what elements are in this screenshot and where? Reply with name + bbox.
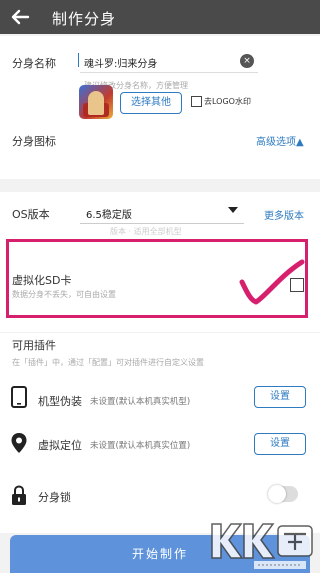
virtual-location-label: 虚拟定位 xyxy=(38,439,82,452)
page-title: 制作分身 xyxy=(52,10,117,28)
phone-icon xyxy=(11,386,27,408)
remove-logo-checkbox[interactable] xyxy=(191,96,202,107)
plugins-desc: 在「插件」中，通过「配置」可对插件进行自定义设置 xyxy=(12,358,204,367)
advanced-options-link[interactable]: 高级选项▲ xyxy=(256,133,304,148)
location-pin-icon xyxy=(11,433,27,453)
clone-name-input[interactable]: 魂斗罗:归来分身 xyxy=(84,55,157,70)
clone-name-underline xyxy=(80,72,258,73)
top-bar: 制作分身 xyxy=(0,0,320,34)
device-disguise-status: 未设置(默认本机真实机型) xyxy=(90,397,191,407)
clone-name-label: 分身名称 xyxy=(12,57,56,70)
app-icon[interactable] xyxy=(79,85,113,119)
kk-download-watermark-logo xyxy=(211,523,313,569)
choose-other-icon-button[interactable]: 选择其他 xyxy=(120,92,182,114)
clone-lock-label: 分身锁 xyxy=(38,491,71,504)
virtual-location-set-button[interactable]: 设置 xyxy=(254,433,306,455)
os-hint: 版本 · 适用全部机型 xyxy=(110,227,182,236)
dropdown-arrow-icon[interactable] xyxy=(228,207,238,213)
device-disguise-label: 机型伪装 xyxy=(38,395,82,408)
app-icon-figure xyxy=(88,91,104,115)
toggle-knob xyxy=(268,485,286,503)
clear-x-icon[interactable]: × xyxy=(240,54,254,68)
clone-lock-toggle[interactable] xyxy=(268,485,298,503)
remove-logo-label: 去LOGO水印 xyxy=(204,97,251,106)
arrow-left-icon[interactable] xyxy=(8,5,32,29)
device-disguise-set-button[interactable]: 设置 xyxy=(254,386,306,408)
more-versions-link[interactable]: 更多版本 xyxy=(264,207,304,222)
os-underline xyxy=(80,223,244,224)
text-cursor xyxy=(78,53,79,67)
checkmark-annotation-icon xyxy=(239,259,305,305)
os-version-label: OS版本 xyxy=(12,208,50,221)
os-version-select[interactable]: 6.5稳定版 xyxy=(86,206,132,221)
plugins-title: 可用插件 xyxy=(12,339,56,352)
virtual-location-status: 未设置(默认本机真实位置) xyxy=(90,441,191,451)
clone-icon-label: 分身图标 xyxy=(12,135,56,148)
lock-icon xyxy=(12,485,26,505)
